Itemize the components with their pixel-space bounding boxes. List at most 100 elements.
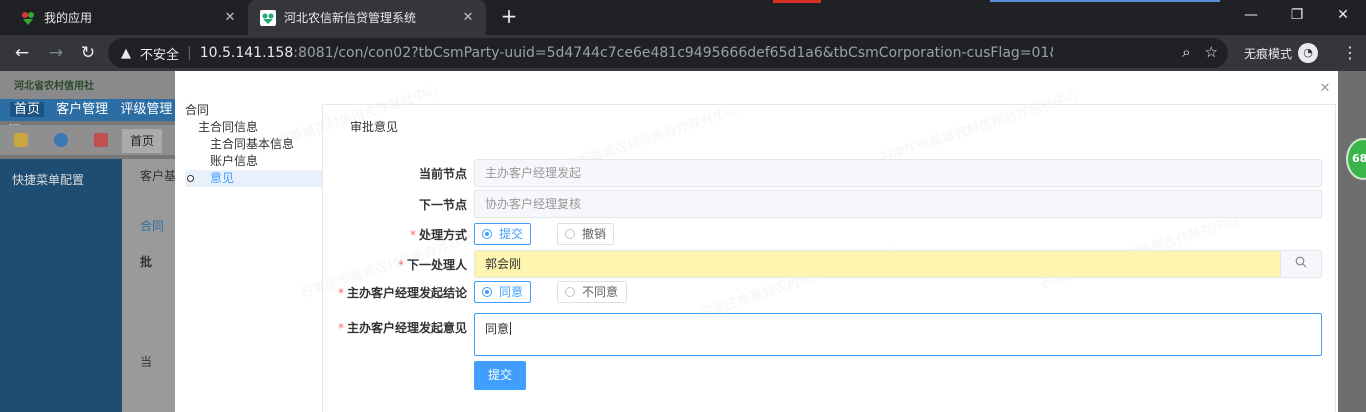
folder-icon[interactable] <box>14 133 28 147</box>
text-caret <box>510 322 512 335</box>
tree-node-main-contract-basic[interactable]: 主合同基本信息 <box>185 136 322 153</box>
radio-disagree[interactable]: 不同意 <box>557 281 627 303</box>
row-conclusion: * 主办客户经理发起结论 同意 不同意 <box>323 278 1337 306</box>
security-label[interactable]: 不安全 <box>140 44 179 63</box>
app-main-area: 客户基 合同 批 当 <box>122 159 182 412</box>
row-current-node: 当前节点 主办客户经理发起 <box>323 159 1337 187</box>
incognito-icon: ◔ <box>1298 43 1319 63</box>
bank-logo-icon <box>260 9 276 26</box>
quick-menu-config[interactable]: 快捷菜单配置 <box>12 171 122 188</box>
bookmark-star-icon[interactable]: ☆ <box>1205 43 1218 61</box>
minimize-icon[interactable]: — <box>1228 0 1274 32</box>
radio-revoke[interactable]: 撤销 <box>557 223 614 245</box>
radio-label: 不同意 <box>582 285 619 299</box>
next-handler-field[interactable]: 郭会刚 <box>474 250 1280 278</box>
contract-tree: 合同 主合同信息 主合同基本信息 账户信息 意见 <box>185 102 322 187</box>
radio-label: 同意 <box>499 285 524 299</box>
close-window-icon[interactable]: ✕ <box>1320 0 1366 32</box>
close-tab-icon[interactable]: ✕ <box>458 10 478 25</box>
download-indicator <box>990 0 1220 2</box>
browser-toolbar: ← → ↻ ▲ 不安全 | 10.5.141.158 :8081/con/con… <box>0 35 1366 71</box>
nav-home[interactable]: 首页 <box>10 102 45 117</box>
bg-label: 批 <box>140 255 153 269</box>
current-node-dot <box>187 175 194 182</box>
conclusion-label: * 主办客户经理发起结论 <box>338 284 467 301</box>
opinion-label: * 主办客户经理发起意见 <box>338 319 467 336</box>
close-icon[interactable]: ✕ <box>1318 82 1332 96</box>
bg-label: 当 <box>140 355 153 369</box>
warning-icon[interactable]: ▲ <box>118 46 134 61</box>
url-host: 10.5.141.158 <box>199 45 294 61</box>
next-handler-label-text: 下一处理人 <box>406 258 467 272</box>
tab-title: 河北农信新信贷管理系统 <box>284 11 417 25</box>
next-node-field: 协办客户经理复核 <box>474 190 1322 218</box>
next-node-label: 下一节点 <box>418 198 467 212</box>
notification-indicator <box>773 0 821 3</box>
nav-customer[interactable]: 客户管理 <box>56 102 108 117</box>
forward-icon[interactable]: → <box>42 39 70 67</box>
bank-logo-icon <box>20 10 36 26</box>
incognito-indicator[interactable]: 无痕模式 ◔ <box>1244 43 1319 63</box>
handle-mode-label-text: 处理方式 <box>418 228 467 242</box>
search-icon[interactable] <box>1280 250 1322 278</box>
radio-unchecked-icon <box>565 287 575 297</box>
radio-submit[interactable]: 提交 <box>474 223 531 245</box>
address-bar[interactable]: ▲ 不安全 | 10.5.141.158 :8081/con/con02?tbC… <box>108 38 1228 68</box>
bg-label: 合同 <box>140 219 165 233</box>
card-icon[interactable] <box>94 133 108 147</box>
required-mark: * <box>337 286 344 300</box>
tree-node-account[interactable]: 账户信息 <box>185 153 322 170</box>
required-mark: * <box>337 321 344 335</box>
required-mark: * <box>409 228 416 242</box>
restore-icon[interactable]: ❐ <box>1274 0 1320 32</box>
panel-title: 审批意见 <box>350 120 399 134</box>
next-handler-label: * 下一处理人 <box>398 256 467 273</box>
browser-menu-icon[interactable]: ⋮ <box>1342 43 1358 62</box>
tree-node-label: 意见 <box>210 171 235 185</box>
tab-title: 我的应用 <box>44 11 93 25</box>
row-next-node: 下一节点 协办客户经理复核 <box>323 190 1337 218</box>
close-tab-icon[interactable]: ✕ <box>220 10 240 25</box>
row-handle-mode: * 处理方式 提交 撤销 <box>323 220 1337 248</box>
current-node-label: 当前节点 <box>418 167 467 181</box>
radio-label: 撤销 <box>582 227 607 241</box>
zoom-icon[interactable]: ⌕ <box>1182 43 1190 61</box>
radio-unchecked-icon <box>565 229 575 239</box>
tree-node-contract[interactable]: 合同 <box>185 102 322 119</box>
required-mark: * <box>397 258 404 272</box>
tab-credit-system[interactable]: 河北农信新信贷管理系统 ✕ <box>248 0 486 35</box>
approval-modal: ✕ 石家庄市藁城农村信用合作联社中心 石家庄市藁城农村信用合作联社中心 石家庄市… <box>175 71 1338 412</box>
opinion-text: 同意 <box>485 322 510 336</box>
app-logo: 河北省农村信用社 <box>14 81 94 92</box>
incognito-label: 无痕模式 <box>1244 46 1293 61</box>
handle-mode-label: * 处理方式 <box>410 226 467 243</box>
user-icon[interactable] <box>54 133 68 147</box>
browser-tab-bar: 我的应用 ✕ 河北农信新信贷管理系统 ✕ + — ❐ ✕ <box>0 0 1366 35</box>
tree-node-main-contract[interactable]: 主合同信息 <box>185 119 322 136</box>
tab-my-apps[interactable]: 我的应用 ✕ <box>8 0 248 35</box>
radio-checked-icon <box>482 229 492 239</box>
divider: | <box>187 45 192 61</box>
app-sidebar: 快捷菜单配置 <box>0 159 122 412</box>
approval-panel: 审批意见 当前节点 主办客户经理发起 下一节点 协办客户经理复核 * 处理方式 提… <box>322 104 1336 412</box>
opinion-label-text: 主办客户经理发起意见 <box>346 321 467 335</box>
tree-node-opinion[interactable]: 意见 <box>185 170 322 187</box>
conclusion-label-text: 主办客户经理发起结论 <box>346 286 467 300</box>
url-rest: :8081/con/con02?tbCsmParty-uuid=5d4744c7… <box>293 45 1053 61</box>
right-gutter <box>1338 71 1366 412</box>
app-top-nav: 首页 客户管理 评级管理 押 <box>0 99 180 139</box>
opinion-textarea[interactable]: 同意 <box>474 313 1322 356</box>
current-node-field: 主办客户经理发起 <box>474 159 1322 187</box>
back-icon[interactable]: ← <box>8 39 36 67</box>
submit-button[interactable]: 提交 <box>474 361 526 390</box>
nav-rating[interactable]: 评级管理 <box>120 102 172 117</box>
breadcrumb-home[interactable]: 首页 <box>122 129 163 153</box>
radio-label: 提交 <box>499 227 524 241</box>
new-tab-icon[interactable]: + <box>498 6 520 28</box>
radio-checked-icon <box>482 287 492 297</box>
reload-icon[interactable]: ↻ <box>74 39 102 67</box>
row-next-handler: * 下一处理人 郭会刚 <box>323 250 1337 278</box>
row-opinion: * 主办客户经理发起意见 同意 <box>323 313 1337 357</box>
radio-agree[interactable]: 同意 <box>474 281 531 303</box>
bg-label: 客户基 <box>140 169 177 183</box>
